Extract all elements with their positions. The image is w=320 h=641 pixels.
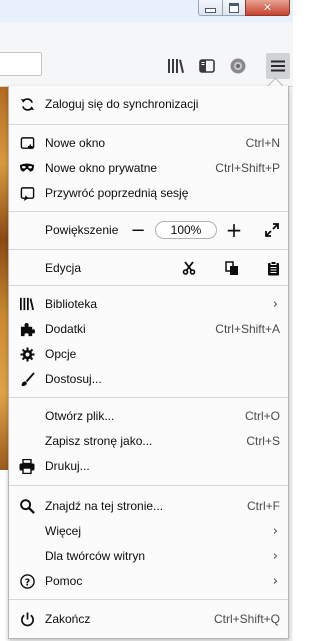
zoom-out-button[interactable]: − [129, 220, 147, 241]
menu-separator [9, 211, 288, 212]
menu-item-private-window[interactable]: Nowe okno prywatne Ctrl+Shift+P [9, 156, 288, 180]
clipboard-icon [267, 260, 279, 275]
cut-button[interactable] [181, 260, 197, 276]
gear-badge-icon [230, 58, 246, 74]
menu-item-label: Dostosuj... [45, 372, 102, 386]
maximize-icon [229, 2, 239, 13]
menu-item-web-developer[interactable]: Dla twórców witryn › [9, 544, 288, 568]
close-icon: ✕ [262, 0, 273, 14]
menu-separator [9, 249, 288, 250]
extension-toolbar-button[interactable] [228, 56, 248, 76]
menu-item-label: Opcje [45, 347, 77, 361]
menu-item-save-page[interactable]: Zapisz stronę jako... Ctrl+S [9, 429, 288, 453]
menu-item-addons[interactable]: Dodatki Ctrl+Shift+A [9, 317, 288, 341]
shortcut-label: Ctrl+Shift+Q [213, 612, 280, 626]
menu-item-open-file[interactable]: Otwórz plik... Ctrl+O [9, 404, 288, 428]
minimize-icon [205, 8, 216, 13]
menu-item-find[interactable]: Znajdź na tej stronie... Ctrl+F [9, 494, 288, 518]
sidebar-icon [199, 59, 215, 73]
chevron-right-icon: › [272, 296, 278, 312]
menu-item-new-window[interactable]: Nowe okno Ctrl+N [9, 131, 288, 155]
menu-separator [9, 397, 288, 398]
menu-separator [9, 485, 288, 486]
gear-icon [19, 346, 35, 362]
menu-item-label: Nowe okno prywatne [45, 161, 158, 175]
chevron-right-icon: › [272, 548, 278, 564]
menu-item-options[interactable]: Opcje [9, 342, 288, 366]
library-icon [168, 59, 184, 73]
shortcut-label: Ctrl+N [245, 136, 280, 150]
menu-item-label: Drukuj... [45, 459, 90, 473]
menu-item-label: Przywróć poprzednią sesję [45, 186, 189, 200]
menu-item-label: Biblioteka [45, 297, 98, 311]
library-icon [19, 296, 35, 312]
restore-session-icon [19, 185, 35, 201]
hamburger-menu-icon [271, 60, 285, 72]
navigation-toolbar [0, 22, 293, 87]
menu-item-restore-session[interactable]: Przywróć poprzednią sesję [9, 181, 288, 205]
maximize-button[interactable] [222, 0, 246, 16]
menu-item-label: Otwórz plik... [45, 409, 115, 423]
shortcut-label: Ctrl+S [246, 434, 280, 448]
fullscreen-button[interactable] [264, 222, 280, 238]
library-toolbar-button[interactable] [166, 56, 186, 76]
edit-controls: Edycja [9, 256, 288, 280]
copy-icon [225, 260, 238, 275]
menu-item-label: Zaloguj się do synchronizacji [45, 97, 199, 111]
minimize-button[interactable] [198, 0, 223, 16]
menu-item-print[interactable]: Drukuj... [9, 454, 288, 478]
menu-item-label: Znajdź na tej stronie... [45, 499, 164, 513]
menu-item-sync[interactable]: Zaloguj się do synchronizacji [9, 92, 288, 116]
app-menu-panel: Zaloguj się do synchronizacji Nowe okno … [8, 86, 289, 639]
menu-item-quit[interactable]: Zakończ Ctrl+Shift+Q [9, 607, 288, 631]
shortcut-label: Ctrl+Shift+A [215, 322, 280, 336]
chevron-right-icon: › [272, 523, 278, 539]
menu-item-label: Pomoc [45, 574, 83, 588]
menu-item-label: Zapisz stronę jako... [45, 434, 153, 448]
zoom-reset-button[interactable]: 100% [155, 221, 217, 239]
shortcut-label: Ctrl+Shift+P [215, 161, 280, 175]
new-window-icon [19, 135, 35, 151]
paintbrush-icon [19, 371, 35, 387]
menu-item-library[interactable]: Biblioteka › [9, 292, 288, 316]
chevron-right-icon: › [272, 573, 278, 589]
menu-item-label: Dodatki [45, 322, 86, 336]
menu-item-label: Zakończ [45, 612, 91, 626]
power-icon [19, 611, 35, 627]
menu-separator [9, 285, 288, 286]
svg-text:?: ? [24, 577, 29, 588]
menu-item-help[interactable]: ? Pomoc › [9, 569, 288, 593]
scissors-icon [182, 261, 196, 275]
zoom-in-button[interactable]: + [225, 218, 243, 242]
menu-item-more[interactable]: Więcej › [9, 519, 288, 543]
edit-label: Edycja [45, 261, 82, 275]
menu-item-label: Dla twórców witryn [45, 549, 146, 563]
zoom-controls: Powiększenie − 100% + [9, 218, 288, 242]
sidebar-toolbar-button[interactable] [197, 56, 217, 76]
copy-button[interactable] [224, 260, 240, 276]
open-menu-button[interactable] [266, 53, 290, 79]
help-icon: ? [19, 573, 35, 589]
sync-icon [19, 96, 35, 112]
search-icon [19, 498, 35, 514]
fullscreen-icon [265, 223, 279, 237]
url-bar[interactable] [0, 52, 42, 76]
private-mask-icon [19, 160, 35, 176]
close-window-button[interactable]: ✕ [245, 0, 290, 16]
menu-item-label: Nowe okno [45, 136, 106, 150]
menu-separator [9, 599, 288, 600]
menu-item-label: Więcej [45, 524, 82, 538]
paste-button[interactable] [265, 260, 281, 276]
menu-separator [9, 124, 288, 125]
window-titlebar: ✕ [0, 0, 293, 22]
puzzle-icon [19, 321, 35, 337]
printer-icon [19, 458, 35, 474]
zoom-label: Powiększenie [45, 223, 119, 237]
shortcut-label: Ctrl+F [247, 499, 280, 513]
shortcut-label: Ctrl+O [244, 409, 280, 423]
menu-item-customize[interactable]: Dostosuj... [9, 367, 288, 391]
